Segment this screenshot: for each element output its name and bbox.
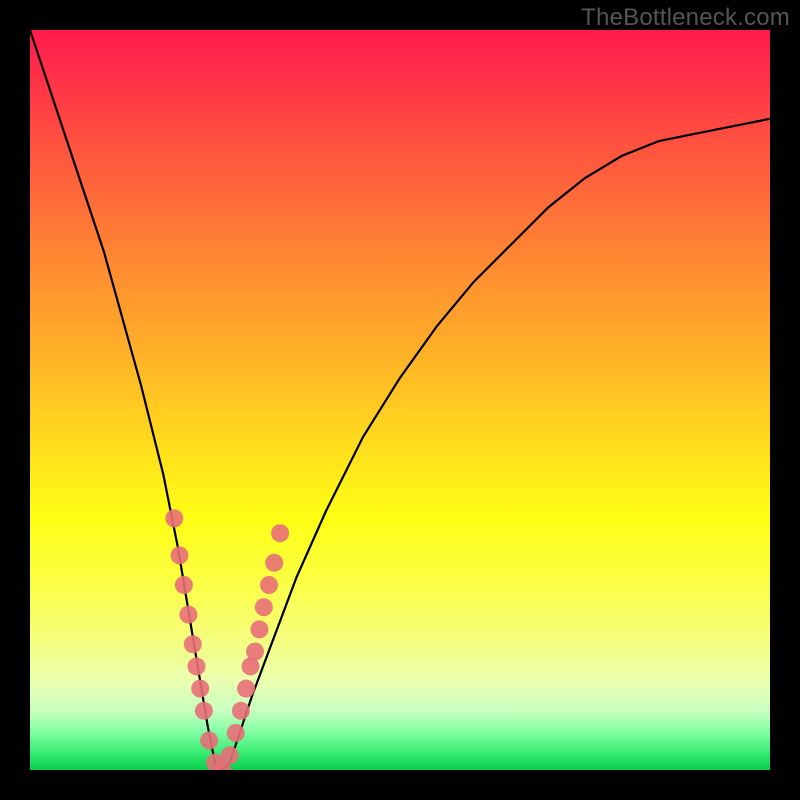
marker-dot xyxy=(221,746,239,764)
marker-dot xyxy=(179,606,197,624)
watermark-text: TheBottleneck.com xyxy=(581,4,790,32)
marker-dot xyxy=(260,576,278,594)
marker-dot xyxy=(175,576,193,594)
marker-dot xyxy=(165,509,183,527)
marker-dot xyxy=(184,635,202,653)
plot-area xyxy=(30,30,770,770)
marker-dot xyxy=(227,724,245,742)
marker-dot xyxy=(188,657,206,675)
marker-dot xyxy=(271,524,289,542)
curve-layer xyxy=(30,30,770,770)
curve-path xyxy=(30,30,770,770)
marker-dot xyxy=(250,620,268,638)
highlight-markers xyxy=(165,509,289,770)
chart-frame: TheBottleneck.com xyxy=(0,0,800,800)
marker-dot xyxy=(195,702,213,720)
marker-dot xyxy=(255,598,273,616)
marker-dot xyxy=(232,702,250,720)
marker-dot xyxy=(237,680,255,698)
marker-dot xyxy=(265,554,283,572)
bottleneck-curve xyxy=(30,30,770,770)
marker-dot xyxy=(191,680,209,698)
marker-dot xyxy=(171,546,189,564)
marker-dot xyxy=(200,731,218,749)
marker-dot xyxy=(246,643,264,661)
